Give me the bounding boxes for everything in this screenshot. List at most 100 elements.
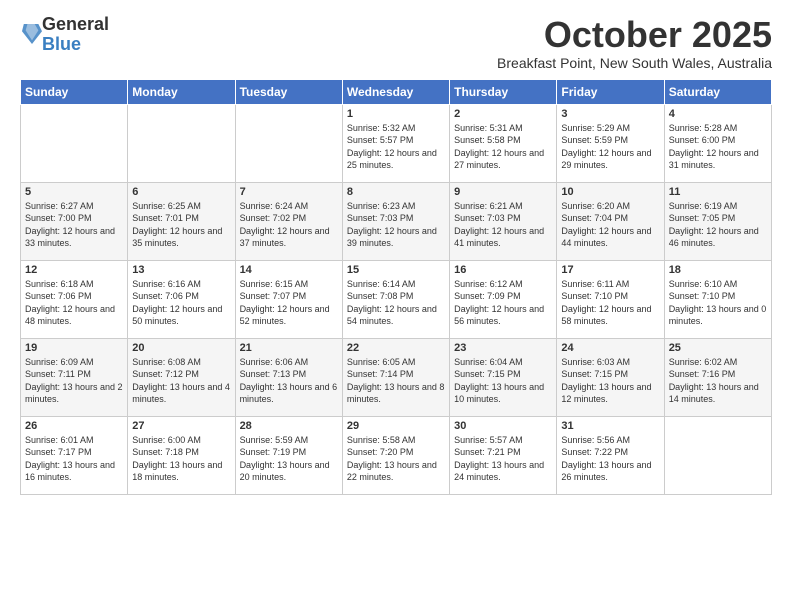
day-info: Sunrise: 5:57 AMSunset: 7:21 PMDaylight:…: [454, 434, 552, 484]
sunrise-text: Sunrise: 5:29 AM: [561, 123, 630, 133]
sunrise-text: Sunrise: 5:59 AM: [240, 435, 309, 445]
calendar-cell: 19Sunrise: 6:09 AMSunset: 7:11 PMDayligh…: [21, 338, 128, 416]
calendar-cell: 30Sunrise: 5:57 AMSunset: 7:21 PMDayligh…: [450, 416, 557, 494]
sunset-text: Sunset: 7:06 PM: [132, 291, 199, 301]
day-number: 15: [347, 264, 445, 276]
day-info: Sunrise: 6:08 AMSunset: 7:12 PMDaylight:…: [132, 356, 230, 406]
daylight-text: Daylight: 12 hours and 25 minutes.: [347, 148, 437, 171]
day-info: Sunrise: 6:11 AMSunset: 7:10 PMDaylight:…: [561, 278, 659, 328]
week-row-1: 1Sunrise: 5:32 AMSunset: 5:57 PMDaylight…: [21, 104, 772, 182]
calendar-cell: 31Sunrise: 5:56 AMSunset: 7:22 PMDayligh…: [557, 416, 664, 494]
sunrise-text: Sunrise: 6:27 AM: [25, 201, 94, 211]
calendar-cell: 1Sunrise: 5:32 AMSunset: 5:57 PMDaylight…: [342, 104, 449, 182]
sunset-text: Sunset: 5:59 PM: [561, 135, 628, 145]
day-info: Sunrise: 6:06 AMSunset: 7:13 PMDaylight:…: [240, 356, 338, 406]
sunrise-text: Sunrise: 6:21 AM: [454, 201, 523, 211]
calendar-cell: [21, 104, 128, 182]
daylight-text: Daylight: 13 hours and 22 minutes.: [347, 460, 437, 483]
sunset-text: Sunset: 7:18 PM: [132, 447, 199, 457]
day-number: 3: [561, 108, 659, 120]
daylight-text: Daylight: 12 hours and 52 minutes.: [240, 304, 330, 327]
sunrise-text: Sunrise: 5:31 AM: [454, 123, 523, 133]
day-info: Sunrise: 6:05 AMSunset: 7:14 PMDaylight:…: [347, 356, 445, 406]
day-number: 6: [132, 186, 230, 198]
sunrise-text: Sunrise: 6:14 AM: [347, 279, 416, 289]
calendar-cell: 15 Sunrise: 6:14 AMSunset: 7:08 PMDayligh…: [342, 260, 449, 338]
daylight-text: Daylight: 13 hours and 0 minutes.: [669, 304, 767, 327]
calendar-cell: [235, 104, 342, 182]
day-info: Sunrise: 6:00 AMSunset: 7:18 PMDaylight:…: [132, 434, 230, 484]
day-info: Sunrise: 6:12 AMSunset: 7:09 PMDaylight:…: [454, 278, 552, 328]
day-info: Sunrise: 6:19 AMSunset: 7:05 PMDaylight:…: [669, 200, 767, 250]
sunset-text: Sunset: 7:11 PM: [25, 369, 91, 379]
calendar-cell: 4Sunrise: 5:28 AMSunset: 6:00 PMDaylight…: [664, 104, 771, 182]
day-info: Sunrise: 6:01 AMSunset: 7:17 PMDaylight:…: [25, 434, 123, 484]
daylight-text: Daylight: 13 hours and 24 minutes.: [454, 460, 544, 483]
sunrise-text: Sunrise: 5:32 AM: [347, 123, 416, 133]
sunrise-text: Sunrise: 6:23 AM: [347, 201, 416, 211]
sunset-text: Sunset: 7:13 PM: [240, 369, 307, 379]
calendar-cell: 17Sunrise: 6:11 AMSunset: 7:10 PMDayligh…: [557, 260, 664, 338]
sunrise-text: Sunrise: 6:11 AM: [561, 279, 629, 289]
calendar-cell: 10Sunrise: 6:20 AMSunset: 7:04 PMDayligh…: [557, 182, 664, 260]
sunrise-text: Sunrise: 6:24 AM: [240, 201, 309, 211]
sunset-text: Sunset: 7:09 PM: [454, 291, 521, 301]
day-info: Sunrise: 6:10 AMSunset: 7:10 PMDaylight:…: [669, 278, 767, 328]
day-number: 5: [25, 186, 123, 198]
sunset-text: Sunset: 7:05 PM: [669, 213, 736, 223]
sunrise-text: Sunrise: 6:02 AM: [669, 357, 738, 367]
sunset-text: Sunset: 7:03 PM: [347, 213, 414, 223]
day-number: 8: [347, 186, 445, 198]
sunset-text: Sunset: 7:15 PM: [454, 369, 521, 379]
daylight-text: Daylight: 13 hours and 12 minutes.: [561, 382, 651, 405]
day-info: Sunrise: 6:24 AMSunset: 7:02 PMDaylight:…: [240, 200, 338, 250]
daylight-text: Daylight: 13 hours and 4 minutes.: [132, 382, 230, 405]
calendar-cell: 20 Sunrise: 6:08 AMSunset: 7:12 PMDayligh…: [128, 338, 235, 416]
day-number: 26: [25, 420, 123, 432]
calendar-cell: 13Sunrise: 6:16 AMSunset: 7:06 PMDayligh…: [128, 260, 235, 338]
sunrise-text: Sunrise: 6:10 AM: [669, 279, 738, 289]
calendar-cell: 27Sunrise: 6:00 AMSunset: 7:18 PMDayligh…: [128, 416, 235, 494]
day-number: 16: [454, 264, 552, 276]
day-info: Sunrise: 5:59 AMSunset: 7:19 PMDaylight:…: [240, 434, 338, 484]
daylight-text: Daylight: 13 hours and 14 minutes.: [669, 382, 759, 405]
sunrise-text: Sunrise: 5:58 AM: [347, 435, 416, 445]
calendar-cell: 2Sunrise: 5:31 AMSunset: 5:58 PMDaylight…: [450, 104, 557, 182]
day-info: Sunrise: 5:29 AMSunset: 5:59 PMDaylight:…: [561, 122, 659, 172]
sunrise-text: Sunrise: 6:19 AM: [669, 201, 738, 211]
day-info: Sunrise: 6:18 AMSunset: 7:06 PMDaylight:…: [25, 278, 123, 328]
day-info: Sunrise: 6:09 AMSunset: 7:11 PMDaylight:…: [25, 356, 123, 406]
daylight-text: Daylight: 12 hours and 27 minutes.: [454, 148, 544, 171]
logo-general: General: [42, 14, 109, 34]
daylight-text: Daylight: 13 hours and 18 minutes.: [132, 460, 222, 483]
day-number: 14: [240, 264, 338, 276]
calendar-cell: 26 Sunrise: 6:01 AMSunset: 7:17 PMDayligh…: [21, 416, 128, 494]
day-info: Sunrise: 6:23 AMSunset: 7:03 PMDaylight:…: [347, 200, 445, 250]
sunset-text: Sunset: 7:15 PM: [561, 369, 628, 379]
header: General Blue October 2025 Breakfast Poin…: [20, 15, 772, 71]
day-header-wednesday: Wednesday: [342, 79, 449, 104]
sunset-text: Sunset: 7:10 PM: [561, 291, 628, 301]
calendar-cell: 14Sunrise: 6:15 AMSunset: 7:07 PMDayligh…: [235, 260, 342, 338]
day-number: 22: [347, 342, 445, 354]
day-number: 20: [132, 342, 230, 354]
calendar-cell: 5Sunrise: 6:27 AMSunset: 7:00 PMDaylight…: [21, 182, 128, 260]
daylight-text: Daylight: 12 hours and 35 minutes.: [132, 226, 222, 249]
sunrise-text: Sunrise: 6:08 AM: [132, 357, 201, 367]
day-info: Sunrise: 5:56 AMSunset: 7:22 PMDaylight:…: [561, 434, 659, 484]
day-info: Sunrise: 6:14 AMSunset: 7:08 PMDaylight:…: [347, 278, 445, 328]
daylight-text: Daylight: 12 hours and 54 minutes.: [347, 304, 437, 327]
daylight-text: Daylight: 12 hours and 56 minutes.: [454, 304, 544, 327]
day-number: 29: [347, 420, 445, 432]
calendar-cell: 11Sunrise: 6:19 AMSunset: 7:05 PMDayligh…: [664, 182, 771, 260]
day-header-monday: Monday: [128, 79, 235, 104]
logo-blue: Blue: [42, 34, 81, 54]
calendar-cell: 24Sunrise: 6:03 AMSunset: 7:15 PMDayligh…: [557, 338, 664, 416]
day-header-tuesday: Tuesday: [235, 79, 342, 104]
daylight-text: Daylight: 12 hours and 44 minutes.: [561, 226, 651, 249]
calendar-cell: 18Sunrise: 6:10 AMSunset: 7:10 PMDayligh…: [664, 260, 771, 338]
day-number: 4: [669, 108, 767, 120]
calendar: SundayMondayTuesdayWednesdayThursdayFrid…: [20, 79, 772, 495]
calendar-cell: 8Sunrise: 6:23 AMSunset: 7:03 PMDaylight…: [342, 182, 449, 260]
day-number: 24: [561, 342, 659, 354]
